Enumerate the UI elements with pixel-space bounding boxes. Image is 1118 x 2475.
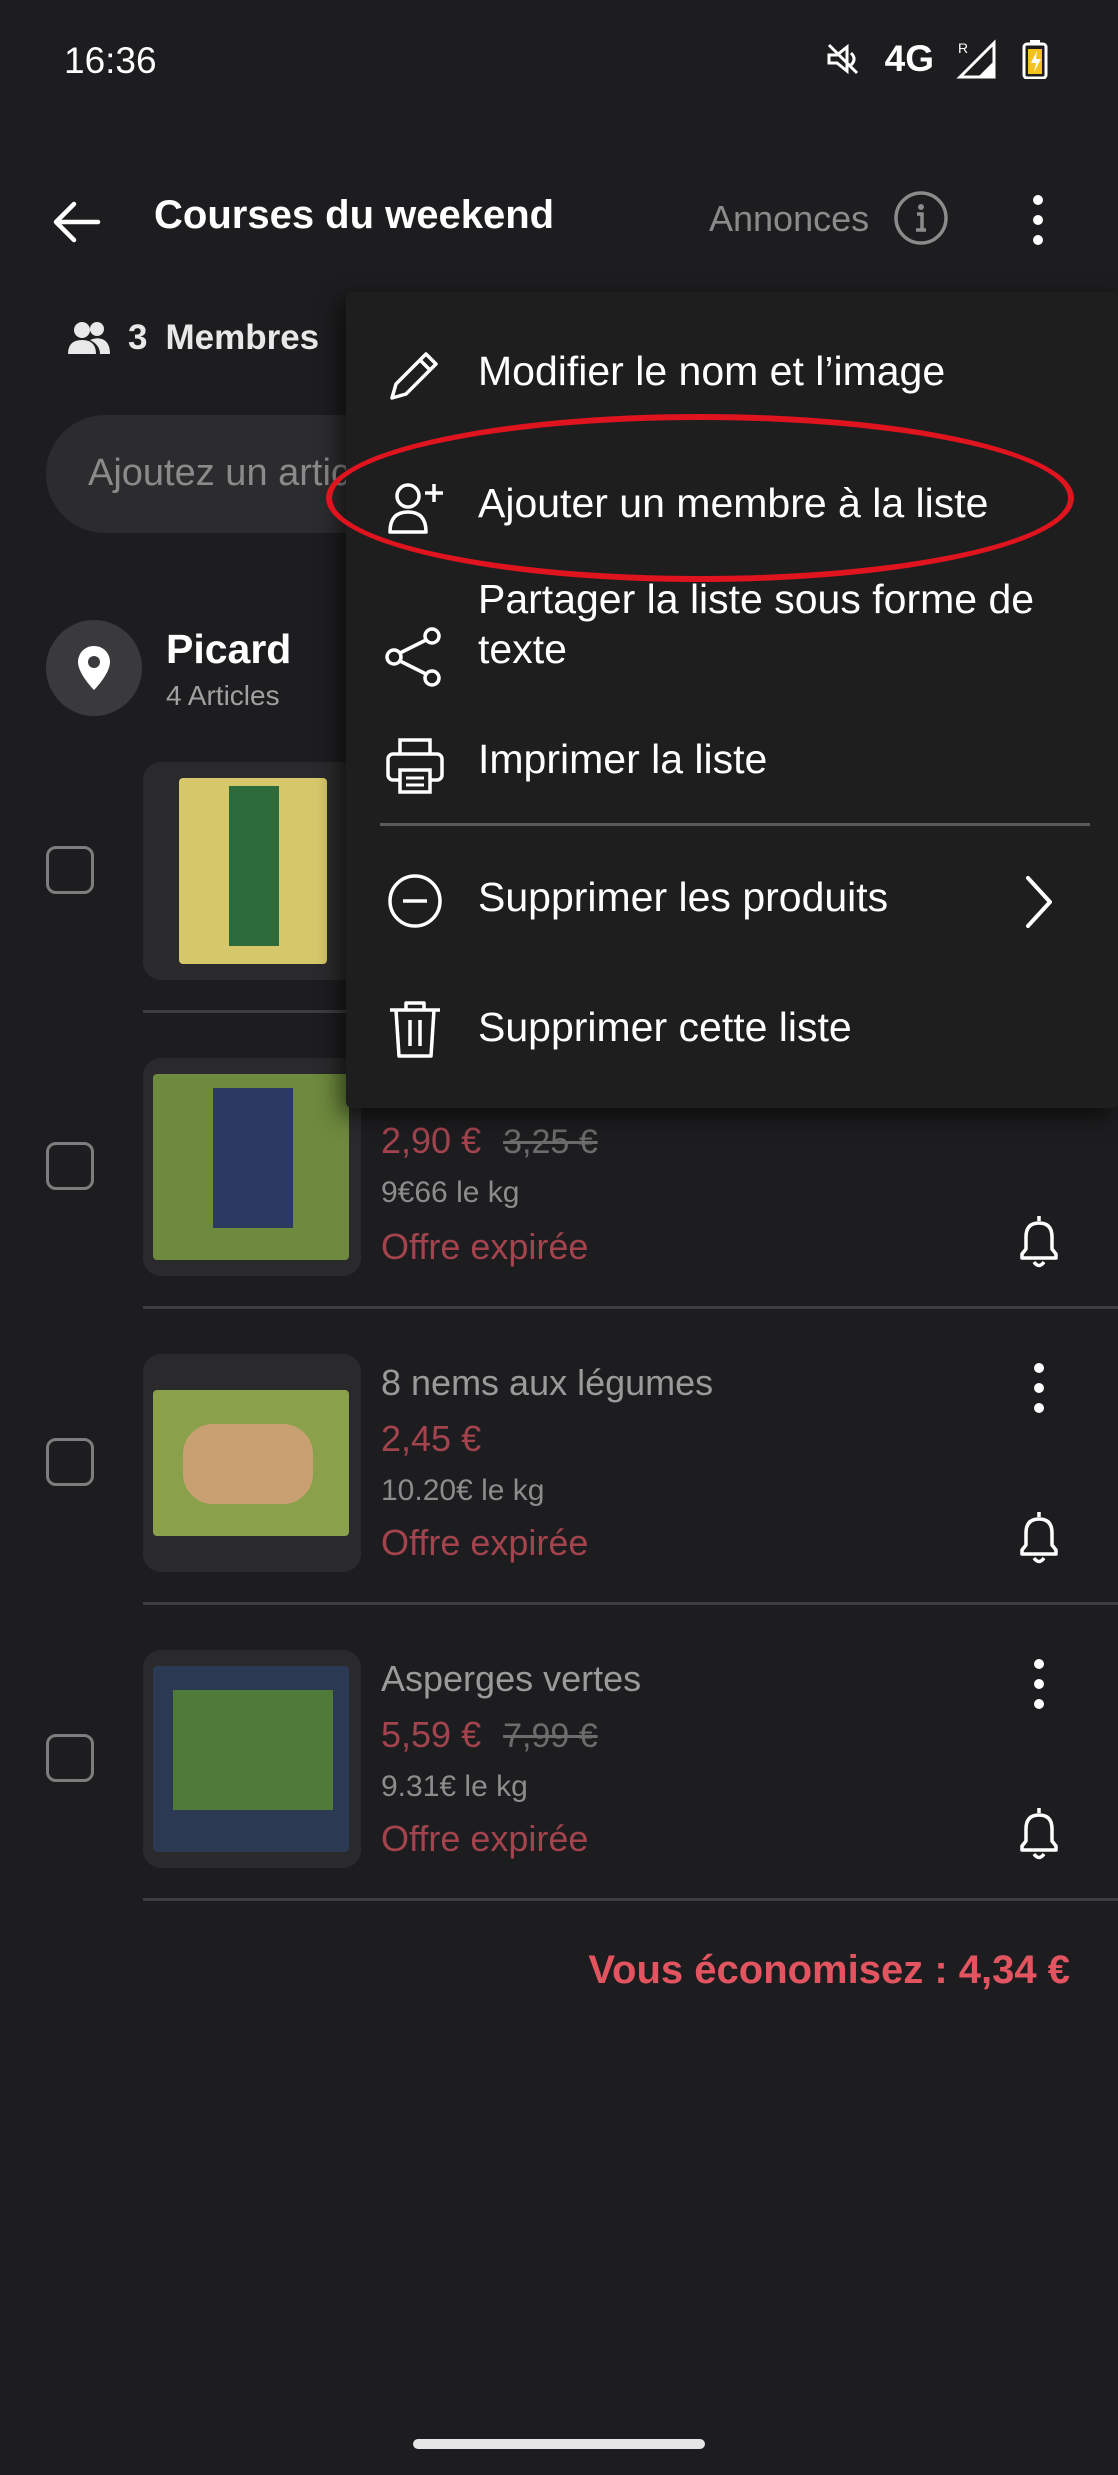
product-name: Asperges vertes (381, 1658, 642, 1699)
product-checkbox[interactable] (46, 1438, 94, 1486)
highlight-ellipse (326, 414, 1074, 582)
divider (143, 1602, 1118, 1605)
product-unit-price: 10.20€ le kg (381, 1474, 545, 1507)
menu-divider (380, 823, 1090, 826)
product-price: 2,90 €3,25 € (381, 1120, 598, 1161)
members-label: Membres (165, 318, 320, 357)
list-title: Courses du weekend (154, 193, 555, 237)
battery-icon (1022, 40, 1048, 79)
more-options-icon[interactable] (1018, 190, 1058, 250)
product-image (143, 1354, 361, 1572)
divider (143, 1898, 1118, 1901)
bell-icon[interactable] (1012, 1212, 1066, 1272)
product-status: Offre expirée (381, 1226, 589, 1267)
status-icons: 4G R (823, 38, 1048, 80)
item-options-icon[interactable] (1024, 1654, 1054, 1714)
product-name: 8 nems aux légumes (381, 1362, 714, 1403)
product-checkbox[interactable] (46, 846, 94, 894)
trash-icon (390, 1001, 440, 1058)
home-indicator[interactable] (413, 2439, 705, 2449)
menu-label: Supprimer les produits (478, 874, 889, 920)
menu-label: Imprimer la liste (478, 736, 768, 782)
menu-item-print[interactable]: Imprimer la liste (346, 710, 1118, 820)
bell-icon[interactable] (1012, 1508, 1066, 1568)
store-name: Picard (166, 626, 292, 672)
svg-text:R: R (958, 40, 968, 56)
store-count: 4 Articles (166, 680, 280, 711)
product-status: Offre expirée (381, 1522, 589, 1563)
share-icon (385, 627, 441, 687)
back-arrow-icon[interactable] (48, 192, 108, 252)
product-image (143, 1650, 361, 1868)
mute-icon (827, 43, 858, 75)
info-icon[interactable] (893, 190, 949, 246)
signal-icon: R (956, 39, 996, 79)
product-price: 2,45 € (381, 1418, 482, 1459)
product-unit-price: 9€66 le kg (381, 1176, 520, 1209)
chevron-right-icon (1026, 876, 1052, 928)
members-icon (68, 322, 110, 354)
minus-circle-icon (388, 874, 442, 928)
product-old-price: 3,25 € (503, 1123, 598, 1161)
menu-label: Modifier le nom et l’image (478, 348, 946, 394)
product-status: Offre expirée (381, 1818, 589, 1859)
status-time: 16:36 (64, 40, 157, 81)
divider (143, 1306, 1118, 1309)
product-old-price: 7,99 € (503, 1717, 598, 1755)
menu-label: Partager la liste sous forme de texte (478, 576, 1035, 672)
product-checkbox[interactable] (46, 1734, 94, 1782)
product-price: 5,59 €7,99 € (381, 1714, 598, 1755)
menu-item-delete-products[interactable]: Supprimer les produits (346, 848, 1118, 958)
pencil-icon (390, 352, 438, 400)
store-badge (46, 620, 142, 716)
annonces-label[interactable]: Annonces (709, 198, 869, 240)
members-count: 3 (128, 318, 148, 357)
product-image (143, 1058, 361, 1276)
product-image (143, 762, 361, 980)
menu-label: Supprimer cette liste (478, 1004, 852, 1050)
product-unit-price: 9.31€ le kg (381, 1770, 528, 1803)
bell-icon[interactable] (1012, 1804, 1066, 1864)
item-options-icon[interactable] (1024, 1358, 1054, 1418)
network-label: 4G (884, 38, 934, 79)
members-row[interactable]: 3 Membres (68, 318, 319, 358)
savings-total: Vous économisez : 4,34 € (588, 1948, 1070, 1992)
printer-icon (386, 738, 444, 794)
location-pin-icon (78, 646, 110, 690)
menu-item-delete-list[interactable]: Supprimer cette liste (346, 978, 1118, 1088)
product-checkbox[interactable] (46, 1142, 94, 1190)
